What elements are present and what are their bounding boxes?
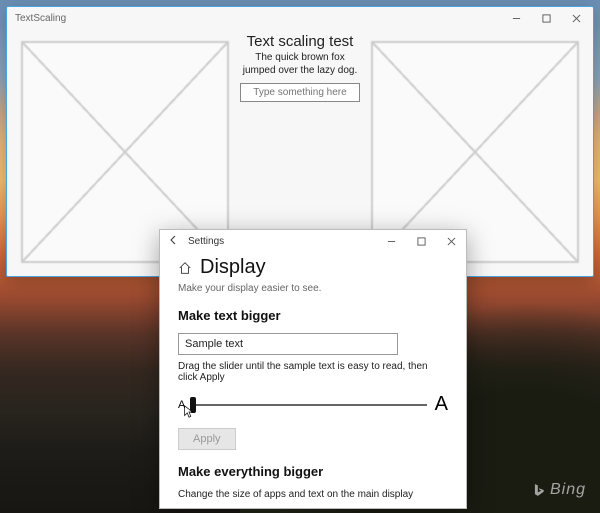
window-controls xyxy=(501,7,591,29)
sample-text-preview: Sample text xyxy=(178,333,398,355)
minimize-button[interactable] xyxy=(501,7,531,29)
textscaling-title: TextScaling xyxy=(15,13,66,24)
settings-close-button[interactable] xyxy=(436,230,466,252)
settings-minimize-button[interactable] xyxy=(376,230,406,252)
slider-max-label: A xyxy=(435,393,448,416)
maximize-button[interactable] xyxy=(531,7,561,29)
sample-line-1: The quick brown fox xyxy=(243,52,358,65)
section-make-everything-bigger: Make everything bigger xyxy=(178,464,448,479)
settings-maximize-button[interactable] xyxy=(406,230,436,252)
page-title: Display xyxy=(200,256,266,279)
scale-instructions: Change the size of apps and text on the … xyxy=(178,489,448,500)
settings-window: Settings Display Make your display easie… xyxy=(159,229,467,509)
sample-line-2: jumped over the lazy dog. xyxy=(243,65,358,78)
apply-button[interactable]: Apply xyxy=(178,428,236,450)
mouse-cursor-icon xyxy=(183,405,195,424)
settings-window-controls xyxy=(376,230,466,252)
slider-track[interactable] xyxy=(193,404,426,406)
sample-paragraph: The quick brown fox jumped over the lazy… xyxy=(243,52,358,77)
home-icon[interactable] xyxy=(178,261,192,275)
text-scale-slider[interactable]: A A xyxy=(178,393,448,416)
slider-instructions: Drag the slider until the sample text is… xyxy=(178,361,448,383)
back-button[interactable] xyxy=(168,234,180,249)
settings-titlebar[interactable]: Settings xyxy=(160,230,466,252)
bing-label: Bing xyxy=(550,481,586,499)
app-heading: Text scaling test xyxy=(247,33,354,50)
textscaling-titlebar[interactable]: TextScaling xyxy=(7,7,593,29)
page-subtitle: Make your display easier to see. xyxy=(178,283,448,294)
sample-text-input[interactable] xyxy=(240,83,360,102)
section-make-text-bigger: Make text bigger xyxy=(178,308,448,323)
bing-watermark: Bing xyxy=(532,481,586,499)
settings-window-title: Settings xyxy=(188,236,224,247)
close-button[interactable] xyxy=(561,7,591,29)
center-column: Text scaling test The quick brown fox ju… xyxy=(239,33,361,102)
